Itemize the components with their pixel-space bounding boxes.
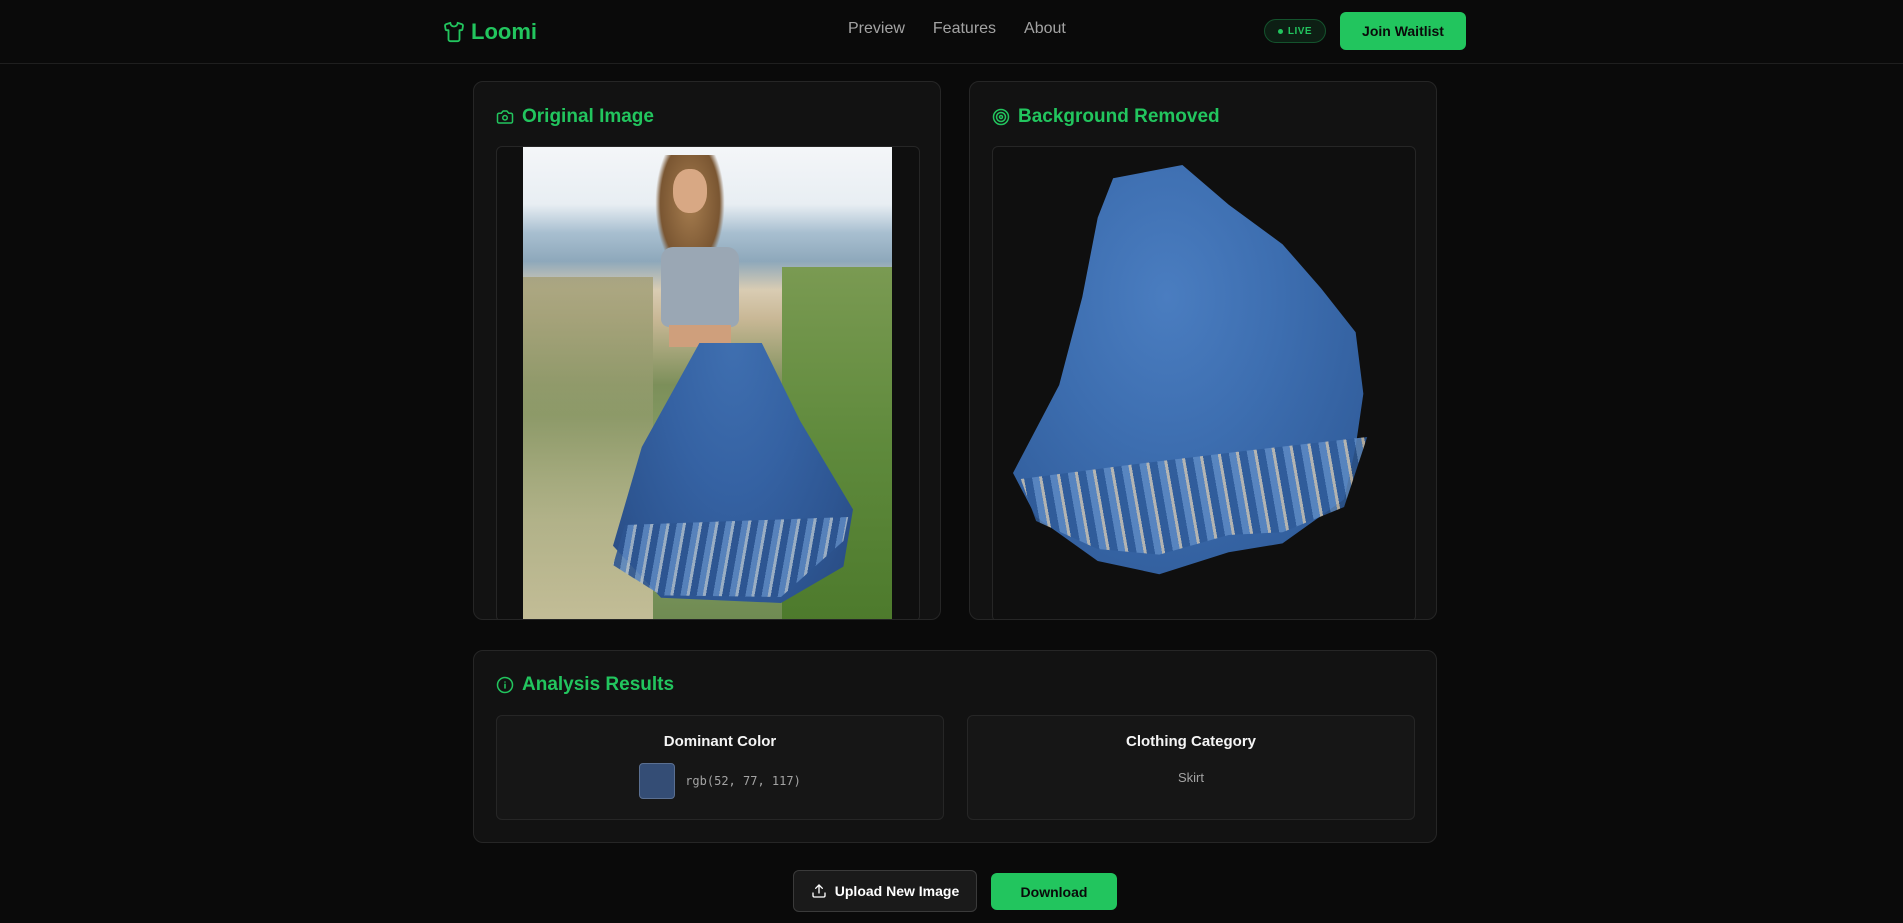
dominant-color-swatch — [639, 763, 676, 799]
clothing-category-label: Clothing Category — [1126, 733, 1256, 750]
original-photo — [523, 147, 892, 619]
dominant-color-card: Dominant Color rgb(52, 77, 117) — [496, 715, 944, 820]
original-image-title: Original Image — [496, 106, 654, 128]
clothing-category-card: Clothing Category Skirt — [967, 715, 1415, 820]
top-navbar: Loomi Preview Features About LIVE Join W… — [0, 0, 1903, 64]
nav-link-features[interactable]: Features — [933, 20, 996, 38]
background-removed-title: Background Removed — [992, 106, 1220, 128]
info-icon — [496, 676, 514, 694]
analysis-results-panel: Analysis Results Dominant Color rgb(52, … — [473, 650, 1437, 843]
live-badge: LIVE — [1264, 19, 1326, 43]
brand-logo[interactable]: Loomi — [443, 17, 537, 47]
dominant-color-label: Dominant Color — [663, 733, 777, 750]
dominant-color-value: rgb(52, 77, 117) — [685, 774, 801, 788]
original-image-panel: Original Image — [473, 81, 941, 620]
camera-icon — [496, 110, 514, 124]
removed-image-frame — [992, 146, 1416, 619]
target-icon — [992, 108, 1010, 126]
join-waitlist-button[interactable]: Join Waitlist — [1340, 12, 1466, 50]
brand-name: Loomi — [471, 19, 537, 44]
clothing-category-value: Skirt — [1178, 770, 1204, 785]
live-dot-icon — [1277, 28, 1283, 34]
nav-link-preview[interactable]: Preview — [848, 20, 905, 38]
shirt-icon — [444, 21, 464, 43]
dominant-color-row: rgb(52, 77, 117) — [497, 763, 943, 799]
analysis-results-title: Analysis Results — [496, 674, 674, 696]
original-image-frame — [496, 146, 920, 619]
live-badge-label: LIVE — [1287, 25, 1313, 37]
download-button[interactable]: Download — [991, 873, 1117, 910]
upload-button-label: Upload New Image — [834, 883, 960, 899]
upload-new-image-button[interactable]: Upload New Image — [793, 870, 977, 912]
nav-link-about[interactable]: About — [1024, 20, 1066, 38]
nav-links: Preview Features About — [848, 20, 1066, 38]
background-removed-panel: Background Removed — [969, 81, 1437, 620]
upload-icon — [812, 884, 826, 898]
